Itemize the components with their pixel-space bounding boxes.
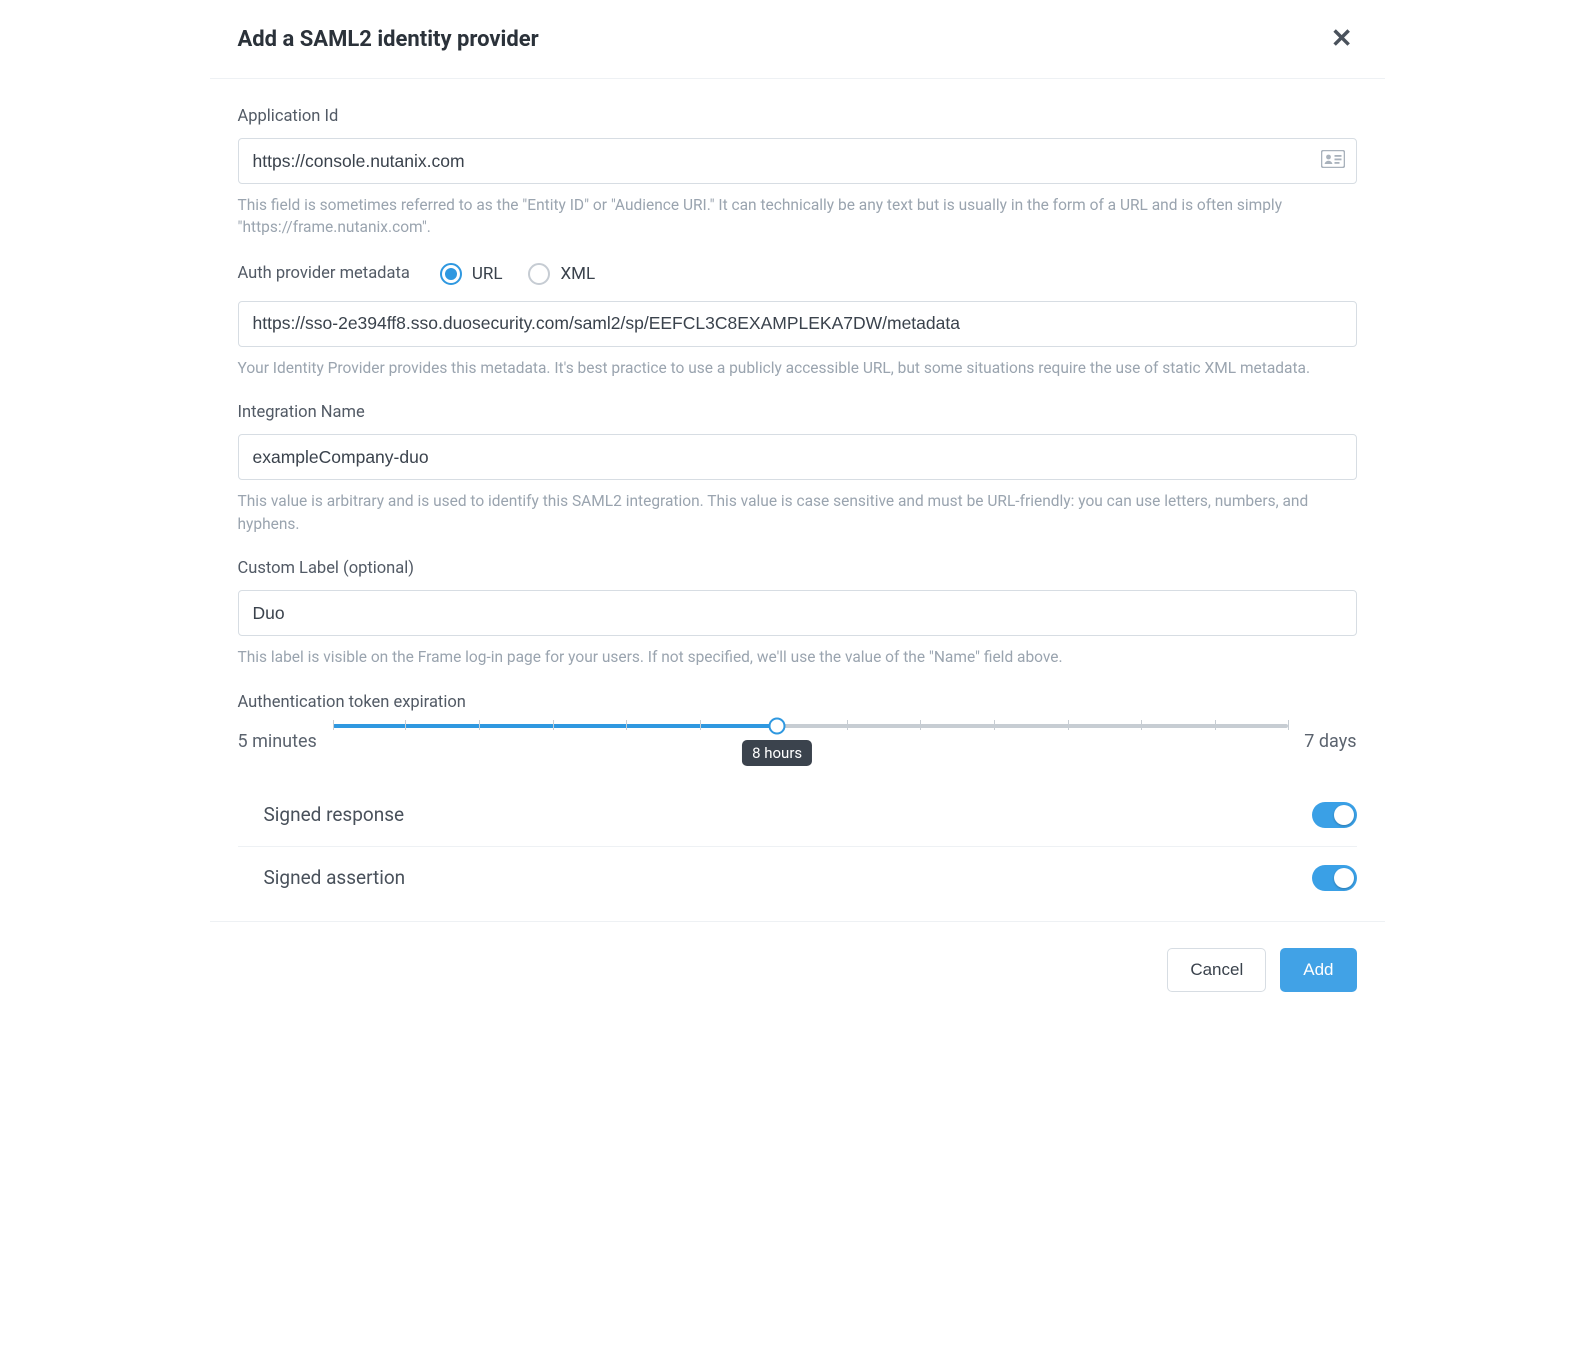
application-id-input[interactable] — [238, 138, 1357, 184]
token-expiration-field: Authentication token expiration 5 minute… — [238, 693, 1357, 760]
modal-title: Add a SAML2 identity provider — [238, 27, 539, 52]
slider-thumb[interactable] — [769, 717, 786, 734]
saml2-provider-modal: Add a SAML2 identity provider ✕ Applicat… — [210, 0, 1385, 1018]
metadata-help: Your Identity Provider provides this met… — [238, 357, 1357, 379]
signed-response-label: Signed response — [238, 803, 405, 826]
toggle-knob — [1334, 868, 1354, 888]
custom-label-help: This label is visible on the Frame log-i… — [238, 646, 1357, 668]
slider-max-caption: 7 days — [1304, 731, 1356, 752]
add-button[interactable]: Add — [1280, 948, 1356, 992]
toggle-knob — [1334, 805, 1354, 825]
slider-fill — [333, 724, 777, 728]
signed-response-toggle[interactable] — [1312, 802, 1357, 828]
close-icon[interactable]: ✕ — [1327, 22, 1357, 56]
modal-footer: Cancel Add — [210, 921, 1385, 1018]
token-expiration-slider-row: 5 minutes — [238, 724, 1357, 760]
token-expiration-slider[interactable]: 8 hours — [333, 724, 1288, 760]
signed-assertion-label: Signed assertion — [238, 866, 406, 889]
application-id-help: This field is sometimes referred to as t… — [238, 194, 1357, 239]
slider-track — [333, 724, 1288, 728]
modal-header: Add a SAML2 identity provider ✕ — [210, 0, 1385, 79]
metadata-type-url[interactable]: URL — [440, 263, 503, 285]
metadata-field: Auth provider metadata URL XML Your Iden… — [238, 263, 1357, 379]
custom-label-field: Custom Label (optional) This label is vi… — [238, 559, 1357, 668]
application-id-input-wrap — [238, 138, 1357, 184]
metadata-url-input[interactable] — [238, 301, 1357, 347]
integration-name-label: Integration Name — [238, 403, 1357, 422]
metadata-type-row: Auth provider metadata URL XML — [238, 263, 1357, 285]
toggle-list: Signed response Signed assertion — [238, 784, 1357, 909]
custom-label-input[interactable] — [238, 590, 1357, 636]
metadata-label: Auth provider metadata — [238, 264, 410, 283]
slider-value-pill: 8 hours — [742, 740, 812, 766]
metadata-type-xml-label: XML — [560, 264, 595, 284]
radio-icon — [440, 263, 462, 285]
modal-body: Application Id This field is sometimes r… — [210, 79, 1385, 921]
integration-name-help: This value is arbitrary and is used to i… — [238, 490, 1357, 535]
application-id-label: Application Id — [238, 107, 1357, 126]
signed-assertion-row: Signed assertion — [238, 847, 1357, 909]
integration-name-input[interactable] — [238, 434, 1357, 480]
token-expiration-label: Authentication token expiration — [238, 693, 1357, 712]
application-id-field: Application Id This field is sometimes r… — [238, 107, 1357, 239]
custom-label-label: Custom Label (optional) — [238, 559, 1357, 578]
signed-assertion-toggle[interactable] — [1312, 865, 1357, 891]
cancel-button[interactable]: Cancel — [1167, 948, 1266, 992]
metadata-type-xml[interactable]: XML — [528, 263, 595, 285]
integration-name-field: Integration Name This value is arbitrary… — [238, 403, 1357, 535]
metadata-type-url-label: URL — [472, 264, 503, 284]
id-card-icon — [1321, 150, 1345, 172]
radio-icon — [528, 263, 550, 285]
signed-response-row: Signed response — [238, 784, 1357, 847]
slider-min-caption: 5 minutes — [238, 731, 317, 752]
